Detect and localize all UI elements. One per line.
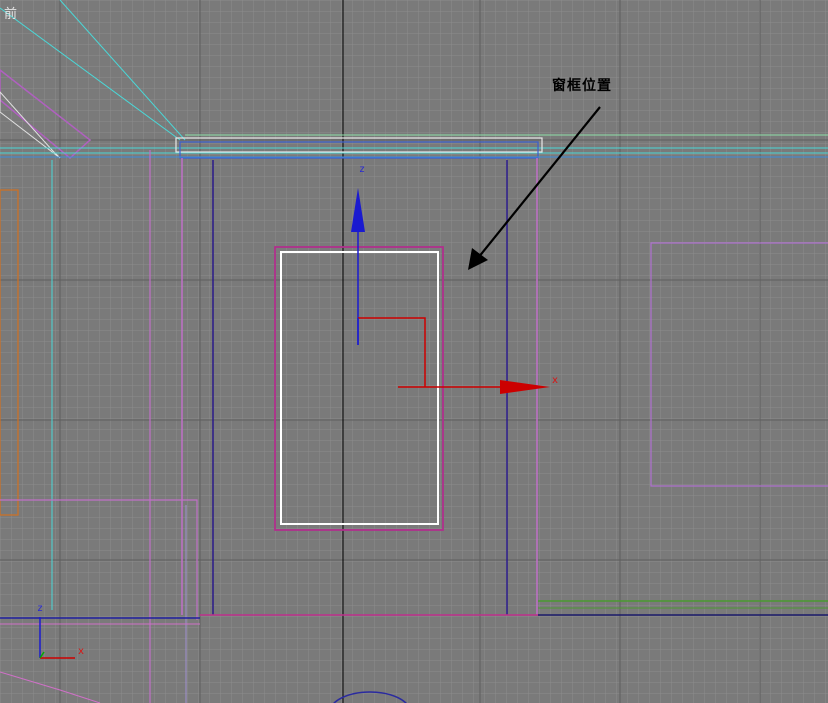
tripod-x-label: x [78,646,84,657]
annotation-text: 窗框位置 [552,78,612,94]
viewport-front[interactable]: z x z x 前 窗框位置 [0,0,828,703]
viewport-canvas[interactable]: z x z x [0,0,828,703]
tripod-z-label: z [37,603,43,614]
viewport-name-label[interactable]: 前 [4,3,17,22]
gizmo-x-label: x [552,375,558,386]
grid-minor [0,0,828,703]
gizmo-z-label: z [359,164,365,175]
